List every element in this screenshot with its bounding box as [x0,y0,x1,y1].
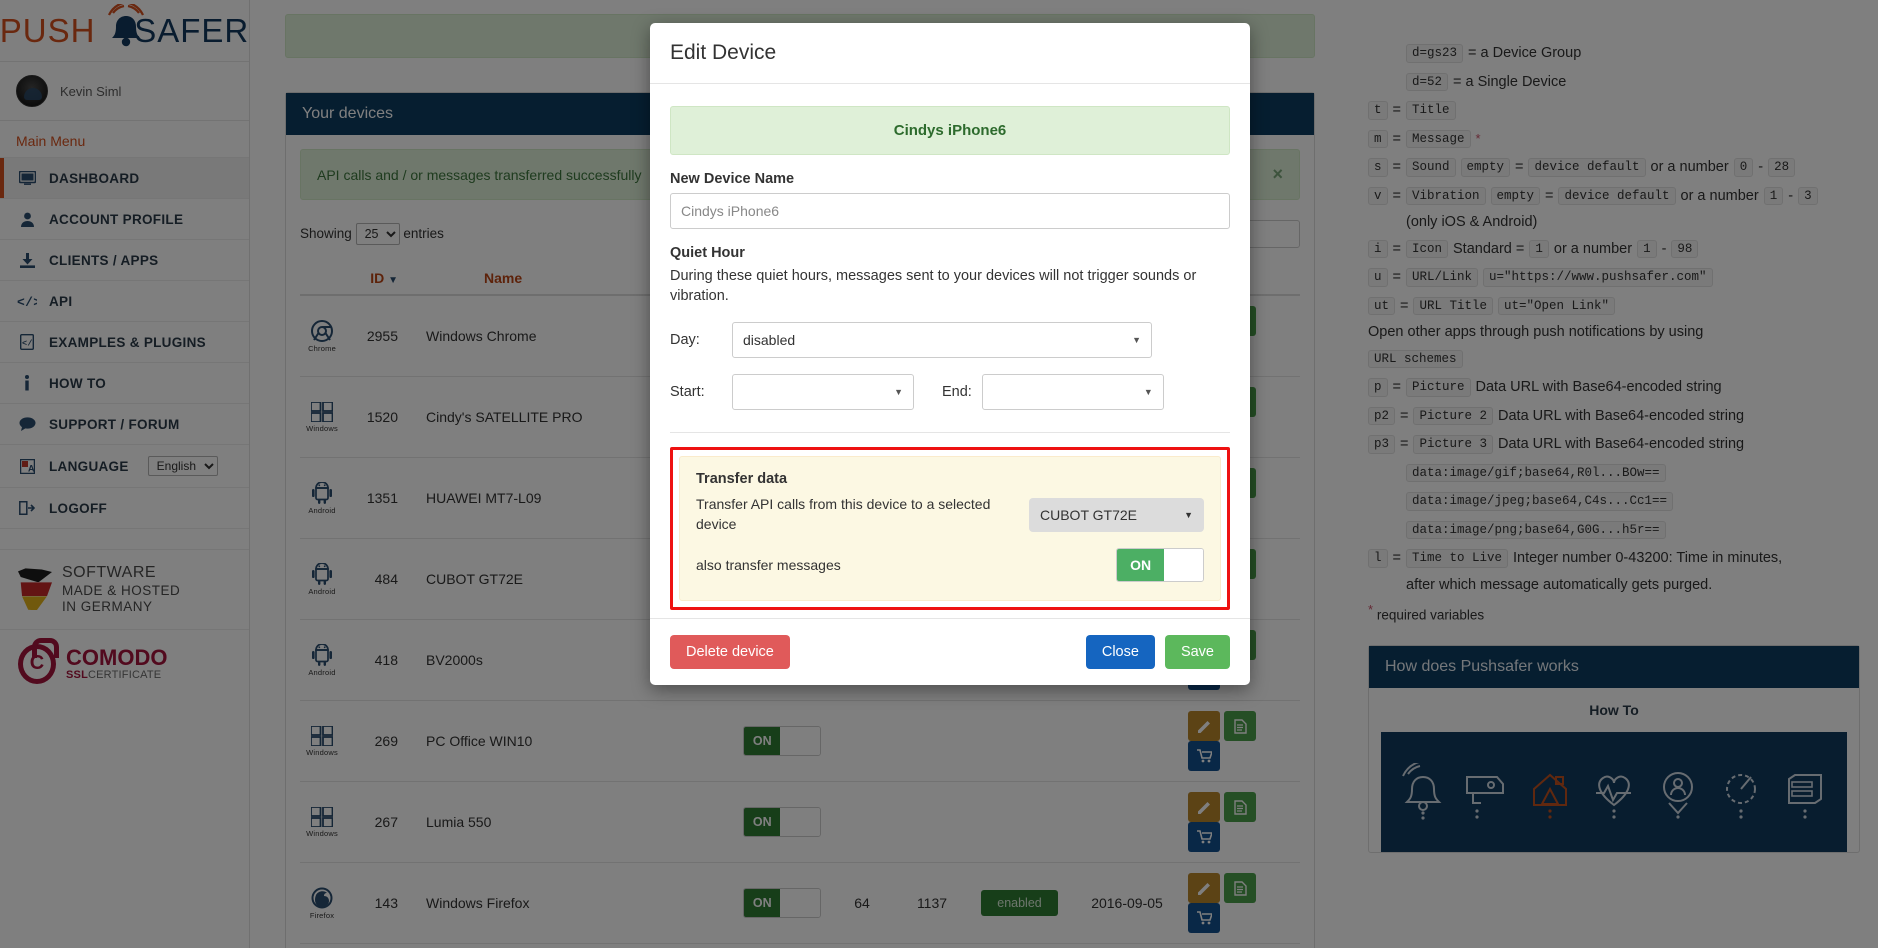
start-select[interactable]: ▼ [732,374,914,411]
quiet-hour-day-row: Day: disabled ▼ [670,322,1230,359]
transfer-data-title: Transfer data [696,471,788,488]
quiet-hour-description: During these quiet hours, messages sent … [670,268,1197,304]
transfer-messages-label: also transfer messages [696,556,841,573]
end-label: End: [942,384,972,401]
quiet-hour-time-row: Start: ▼ End: ▼ [670,374,1230,411]
chevron-down-icon: ▼ [1184,509,1193,520]
chevron-down-icon: ▼ [1143,387,1153,398]
device-name-banner: Cindys iPhone6 [670,106,1230,155]
toggle-off-half [1164,549,1203,582]
modal-title: Edit Device [670,41,777,64]
close-button[interactable]: Close [1085,635,1155,670]
day-select[interactable]: disabled ▼ [732,322,1152,359]
app-root: PUSH__SAFER Kevin Siml Main Menu DASHBOA… [0,0,1878,948]
chevron-down-icon: ▼ [1132,335,1141,346]
divider [670,432,1230,434]
day-label: Day: [670,332,700,349]
modal-footer-actions: Close Save [1085,635,1230,670]
toggle-on-label: ON [1117,549,1165,582]
chevron-down-icon: ▼ [894,387,903,398]
save-button[interactable]: Save [1164,635,1230,670]
start-label: Start: [670,384,705,401]
edit-device-modal: Edit Device Cindys iPhone6 New Device Na… [650,23,1250,686]
end-select[interactable]: ▼ [981,374,1164,411]
transfer-data-box: Transfer data Transfer API calls from th… [679,456,1221,602]
transfer-device-row: Transfer API calls from this device to a… [696,495,1204,534]
modal-header: Edit Device [650,23,1250,84]
quiet-hour-label: Quiet Hour [670,245,745,261]
new-device-name-input[interactable] [670,193,1230,229]
transfer-messages-row: also transfer messages ON [696,548,1204,583]
transfer-messages-toggle[interactable]: ON [1116,548,1204,583]
delete-device-button[interactable]: Delete device [670,635,790,670]
transfer-data-highlight: Transfer data Transfer API calls from th… [670,447,1230,611]
transfer-target-device-value: CUBOT GT72E [1040,506,1137,523]
modal-footer: Delete device Close Save [650,618,1250,685]
transfer-description: Transfer API calls from this device to a… [696,496,991,532]
day-select-value: disabled [743,332,796,349]
new-device-name-label: New Device Name [670,171,795,187]
modal-body: Cindys iPhone6 New Device Name Quiet Hou… [650,84,1250,618]
transfer-target-device-select[interactable]: CUBOT GT72E ▼ [1029,497,1204,532]
